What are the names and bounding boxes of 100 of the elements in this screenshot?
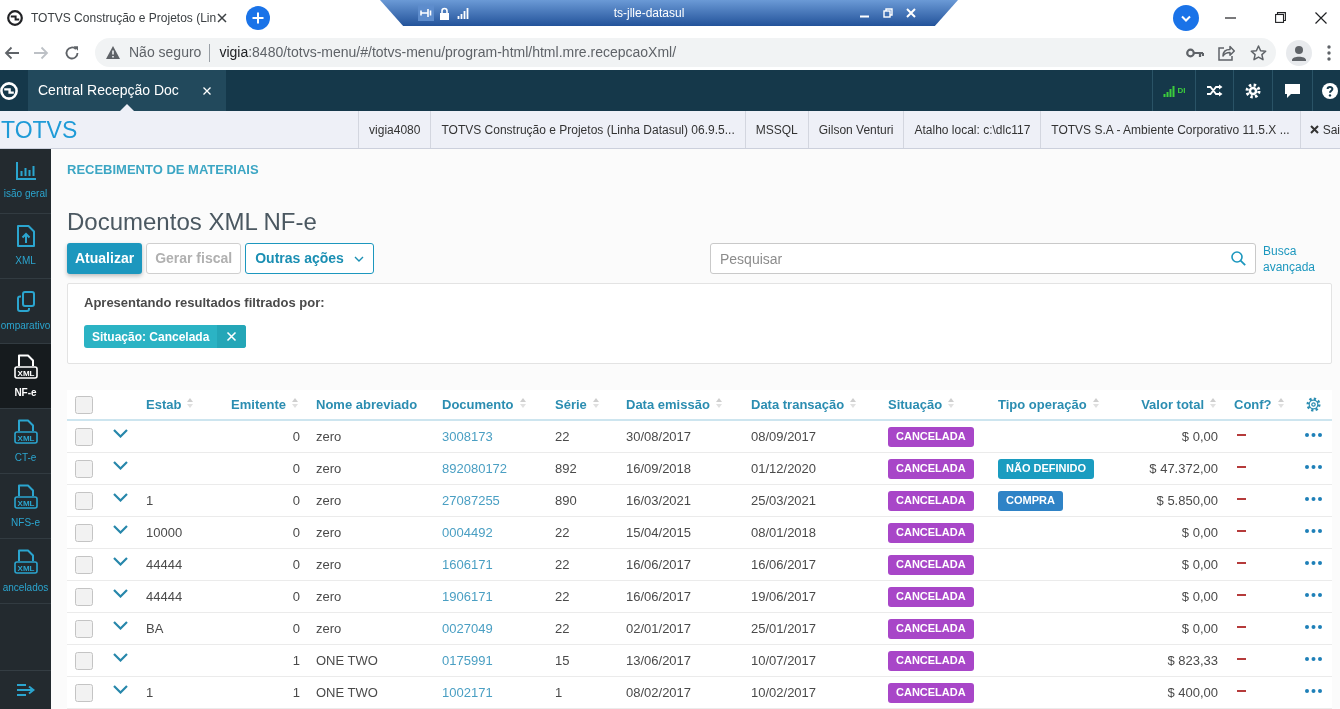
- page-title: Documentos XML NF-e: [67, 207, 317, 237]
- browser-tab-title[interactable]: TOTVS Construção e Projetos (Lin: [31, 8, 214, 27]
- document-link[interactable]: 1906171: [442, 586, 493, 607]
- app-tab[interactable]: Central Recepção Doc: [28, 70, 226, 111]
- document-link[interactable]: 1606171: [442, 554, 493, 575]
- signal-icon[interactable]: [1162, 84, 1176, 97]
- actions-dropdown[interactable]: Outras ações: [245, 243, 374, 274]
- close-icon[interactable]: [217, 12, 227, 23]
- table-cell-text: 22: [555, 427, 570, 446]
- column-header[interactable]: Nome abreviado: [316, 394, 418, 415]
- filter-tag[interactable]: Situação: Cancelada: [84, 325, 247, 348]
- table-cell-text: 15: [555, 651, 570, 670]
- plus-icon[interactable]: [246, 5, 270, 30]
- circle-logo-icon[interactable]: [0, 81, 18, 100]
- table-cell-text: 0: [292, 459, 300, 478]
- chevron-down-icon[interactable]: [113, 621, 128, 630]
- table-cell-text: $ 400,00: [1167, 683, 1218, 702]
- column-header[interactable]: Valor total: [1141, 394, 1204, 415]
- table-cell-text: 22: [555, 619, 570, 638]
- more-icon[interactable]: [1305, 529, 1322, 533]
- minimize-icon[interactable]: [1225, 16, 1236, 19]
- close-icon[interactable]: [1315, 11, 1327, 24]
- exit-link[interactable]: Sai: [1299, 111, 1340, 148]
- breadcrumb[interactable]: RECEBIMENTO DE MATERIAIS: [67, 160, 259, 180]
- column-header[interactable]: Tipo operação: [998, 394, 1087, 415]
- status-tag: CANCELADA: [888, 650, 974, 671]
- table-cell-text: 44444: [146, 555, 183, 574]
- checkbox[interactable]: [75, 651, 93, 670]
- checkbox[interactable]: [75, 459, 93, 478]
- column-header[interactable]: Série: [555, 394, 587, 415]
- chevron-down-icon[interactable]: [113, 525, 128, 534]
- restore-icon[interactable]: [1275, 12, 1286, 23]
- info-item: TOTVS Construção e Projetos (Linha Datasul) 06.9.5...: [430, 111, 745, 148]
- address-bar[interactable]: Não seguro vigia:8480/totvs-menu/#/totvs-menu/program-html/html.mre.recepcaoXml/: [95, 38, 1276, 67]
- url-text[interactable]: vigia:8480/totvs-menu/#/totvs-menu/program-html/html.mre.recepcaoXml/: [219, 42, 677, 63]
- column-header[interactable]: Emitente: [231, 394, 286, 415]
- column-header[interactable]: Data transação: [751, 394, 845, 415]
- checkbox[interactable]: [75, 587, 93, 606]
- document-link[interactable]: 0027049: [442, 618, 493, 639]
- document-link[interactable]: 0175991: [442, 650, 493, 671]
- chevron-down-icon[interactable]: [113, 685, 128, 694]
- more-icon[interactable]: [1305, 497, 1322, 501]
- table-cell-text: 08/01/2018: [751, 523, 817, 542]
- sidebar-item[interactable]: XML NF-e: [0, 344, 51, 409]
- more-icon[interactable]: [1305, 561, 1322, 565]
- column-header[interactable]: Estab: [146, 394, 182, 415]
- column-header[interactable]: Data emissão: [626, 394, 710, 415]
- column-header[interactable]: Documento: [442, 394, 514, 415]
- reload-icon[interactable]: [64, 44, 80, 61]
- more-icon[interactable]: [1305, 625, 1322, 629]
- help-icon[interactable]: [1322, 82, 1338, 99]
- document-link[interactable]: 1002171: [442, 682, 493, 703]
- warning-icon[interactable]: [106, 46, 120, 59]
- chevron-down-icon[interactable]: [113, 493, 128, 502]
- table-cell-text: 0: [292, 491, 300, 510]
- close-icon: [1309, 125, 1319, 134]
- column-header[interactable]: Situação: [888, 394, 943, 415]
- chevron-down-icon[interactable]: [113, 557, 128, 566]
- document-link[interactable]: 27087255: [442, 490, 500, 511]
- shuffle-icon[interactable]: [1206, 84, 1223, 97]
- search-icon[interactable]: [1231, 251, 1246, 266]
- column-header[interactable]: Conf?: [1234, 394, 1272, 415]
- search-field[interactable]: Pesquisar: [710, 243, 1256, 274]
- checkbox[interactable]: [75, 555, 93, 574]
- table-cell-text: zero: [316, 427, 342, 446]
- table-cell-text: 44444: [146, 587, 183, 606]
- checkbox[interactable]: [75, 619, 93, 638]
- chevron-down-icon[interactable]: [1173, 4, 1199, 31]
- chevron-down-icon[interactable]: [113, 461, 128, 470]
- chevron-down-icon[interactable]: [113, 429, 128, 438]
- more-icon[interactable]: [1305, 593, 1322, 597]
- more-icon[interactable]: [1305, 657, 1322, 661]
- document-link[interactable]: 3008173: [442, 426, 493, 447]
- menu-arrow-icon[interactable]: [16, 684, 35, 696]
- pin-icon[interactable]: [418, 5, 434, 21]
- document-link[interactable]: 892080172: [442, 458, 508, 479]
- security-label[interactable]: Não seguro: [129, 42, 202, 63]
- chevron-down-icon[interactable]: [113, 589, 128, 598]
- more-icon[interactable]: [1305, 465, 1322, 469]
- table-cell-text: zero: [316, 555, 342, 574]
- checkbox[interactable]: [75, 683, 93, 702]
- checkbox[interactable]: [75, 427, 93, 446]
- table-cell-text: 13/06/2017: [626, 651, 692, 670]
- document-link[interactable]: 0004492: [442, 522, 493, 543]
- star-icon[interactable]: [1250, 44, 1267, 61]
- checkbox[interactable]: [75, 395, 93, 414]
- back-arrow-icon[interactable]: [4, 44, 20, 61]
- menu-icon[interactable]: [1327, 44, 1331, 61]
- more-icon[interactable]: [1305, 689, 1322, 693]
- checkbox[interactable]: [75, 523, 93, 542]
- advanced-search-link[interactable]: Busca avançada: [1263, 242, 1321, 275]
- action-button[interactable]: Atualizar: [67, 243, 143, 274]
- more-icon[interactable]: [1305, 433, 1322, 437]
- table-cell-text: ONE TWO: [316, 651, 378, 670]
- checkbox[interactable]: [75, 491, 93, 510]
- profile-icon[interactable]: [1286, 39, 1312, 66]
- key-icon[interactable]: [1186, 47, 1204, 58]
- chevron-down-icon[interactable]: [113, 653, 128, 662]
- chat-icon[interactable]: [1285, 83, 1300, 98]
- share-icon[interactable]: [1218, 44, 1235, 61]
